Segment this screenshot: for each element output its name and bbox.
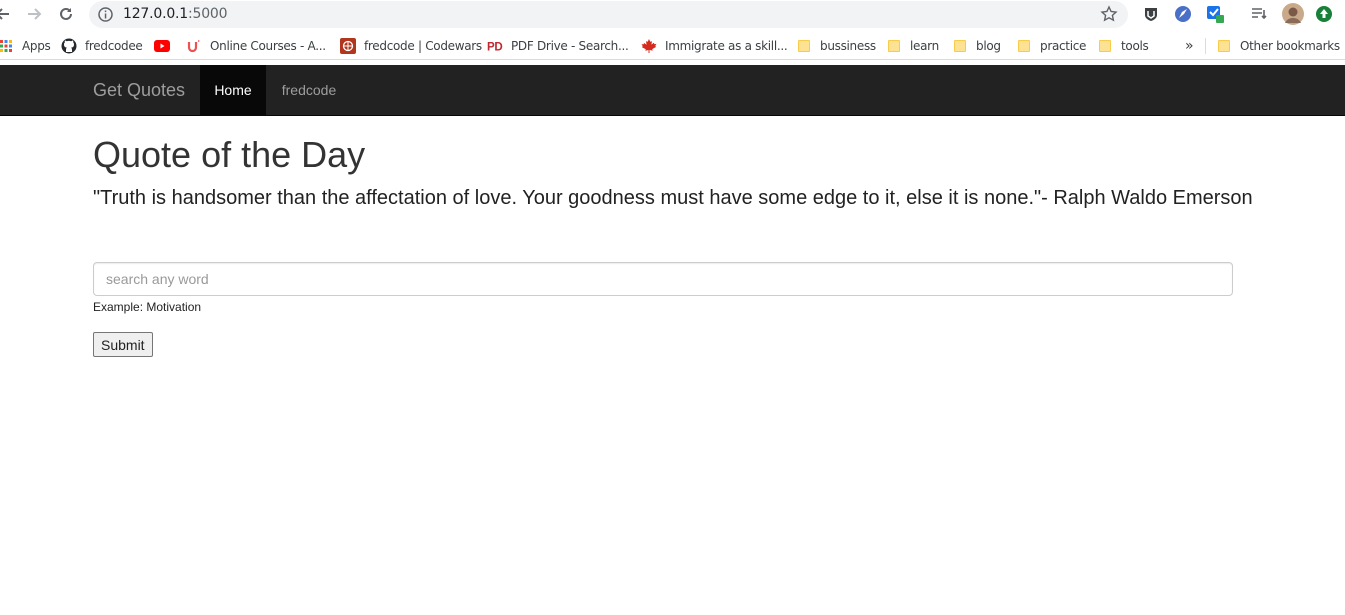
nav-item-fredcode[interactable]: fredcode [266,65,352,115]
udemy-icon [186,38,202,54]
bookmark-online-courses[interactable]: Online Courses - A... [186,37,326,55]
pdfdrive-icon: PD [487,38,503,54]
address-bar[interactable]: 127.0.0.1:5000 [89,1,1128,28]
url-host: 127.0.0.1 [123,6,188,22]
bookmark-apps[interactable]: Apps [0,37,51,55]
reading-list-icon[interactable] [1249,4,1269,24]
quote-text: "Truth is handsomer than the affectation… [93,187,1253,209]
update-icon[interactable] [1314,4,1334,24]
bookmark-fredcodee[interactable]: fredcodee [61,37,143,55]
submit-button[interactable]: Submit [93,332,153,357]
bookmark-label: fredcodee [85,39,143,53]
checkbox-extension-icon[interactable] [1205,4,1225,24]
codewars-icon [340,38,356,54]
rocket-extension-icon[interactable] [1173,4,1193,24]
reload-icon[interactable] [55,3,77,25]
url-port: :5000 [188,6,228,22]
youtube-icon [154,38,170,54]
bookmarks-overflow-button[interactable]: » [1185,37,1194,55]
folder-icon [1216,38,1232,54]
back-arrow-icon[interactable] [0,3,14,25]
bookmark-folder-practice[interactable]: practice [1016,37,1086,55]
svg-text:PD: PD [487,41,503,53]
folder-icon [796,38,812,54]
bookmark-label: bussiness [820,39,876,53]
site-navbar: Get Quotes Home fredcode [0,65,1345,116]
search-input[interactable] [93,262,1233,296]
profile-avatar[interactable] [1281,2,1305,26]
folder-icon [952,38,968,54]
forward-arrow-icon[interactable] [23,3,45,25]
bookmarks-separator [1205,38,1206,54]
other-bookmarks-label: Other bookmarks [1240,39,1340,53]
bookmark-label: practice [1040,39,1087,53]
folder-icon [1097,38,1113,54]
shield-extension-icon[interactable] [1141,4,1161,24]
info-icon[interactable] [97,6,114,23]
maple-leaf-icon [641,38,657,54]
navbar-brand[interactable]: Get Quotes [93,80,185,101]
bookmark-label: learn [910,39,939,53]
bookmark-label: blog [976,39,1001,53]
folder-icon [1016,38,1032,54]
bookmark-youtube[interactable] [154,37,178,55]
bookmark-immigrate[interactable]: Immigrate as a skill... [641,37,788,55]
bookmark-label: fredcode | Codewars [364,39,482,53]
browser-toolbar: 127.0.0.1:5000 [0,0,1345,30]
github-icon [61,38,77,54]
bookmark-label: PDF Drive - Search... [511,39,629,53]
bookmark-folder-tools[interactable]: tools [1097,37,1149,55]
bookmark-star-icon[interactable] [1100,5,1118,23]
bookmark-label: Apps [22,39,51,53]
bookmark-folder-bussiness[interactable]: bussiness [796,37,876,55]
bookmark-label: Online Courses - A... [210,39,326,53]
url-text: 127.0.0.1:5000 [123,6,228,22]
folder-icon [886,38,902,54]
bookmark-folder-learn[interactable]: learn [886,37,939,55]
example-hint: Example: Motivation [93,300,202,314]
bookmarks-bar: Apps fredcodee Online Courses - A... fre… [0,32,1345,60]
bookmark-label: Immigrate as a skill... [665,39,788,53]
other-bookmarks[interactable]: Other bookmarks [1216,37,1340,55]
bookmark-folder-blog[interactable]: blog [952,37,1001,55]
nav-item-home[interactable]: Home [200,65,266,115]
bookmark-label: tools [1121,39,1149,53]
bookmark-codewars[interactable]: fredcode | Codewars [340,37,482,55]
apps-grid-icon [0,38,14,54]
page-title: Quote of the Day [93,134,366,175]
bookmark-pdf-drive[interactable]: PD PDF Drive - Search... [487,37,629,55]
